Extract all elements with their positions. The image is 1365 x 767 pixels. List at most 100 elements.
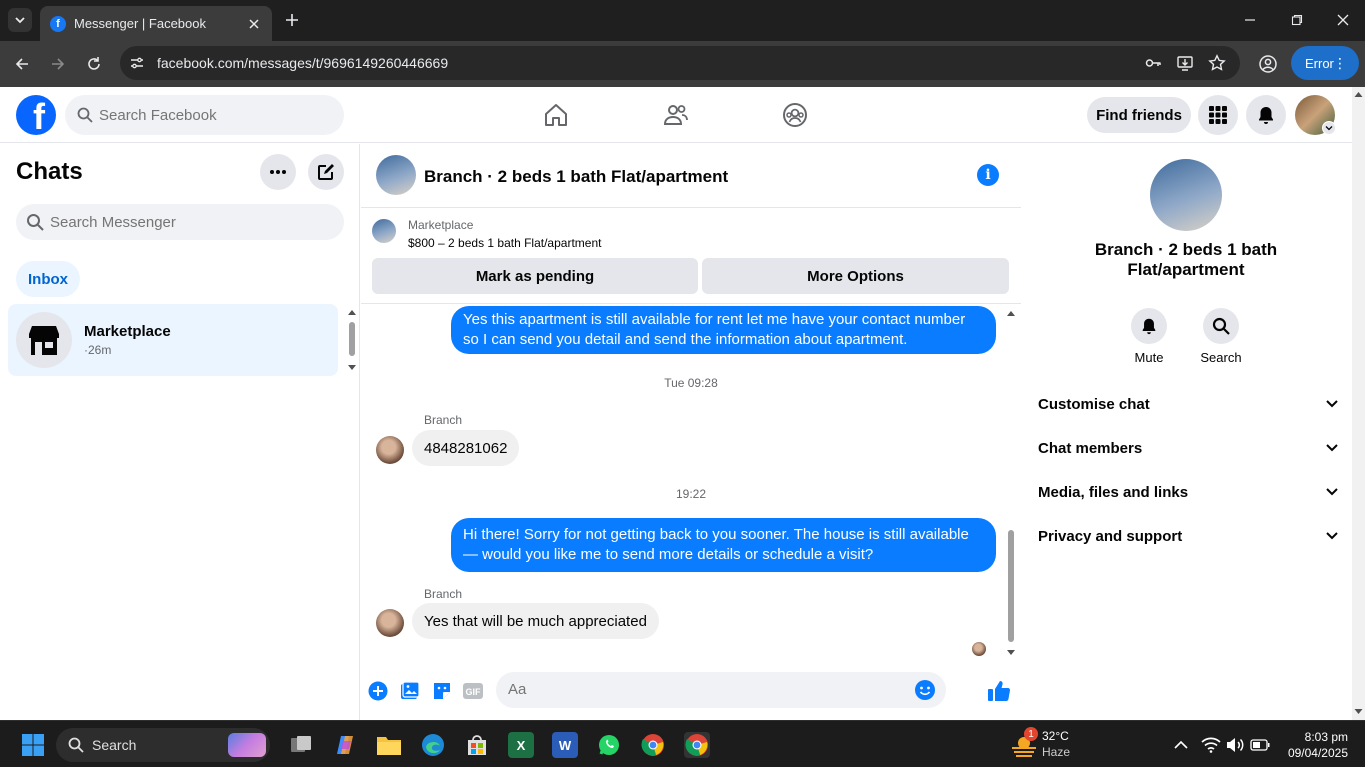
facebook-header: f Find friends (0, 87, 1352, 143)
sidebar-scrollbar[interactable] (347, 308, 357, 372)
facebook-logo-icon[interactable]: f (16, 95, 56, 135)
notifications-button[interactable] (1246, 95, 1286, 135)
error-button[interactable]: Error ⋮ (1291, 46, 1359, 80)
message-bubble-outgoing[interactable]: Hi there! Sorry for not getting back to … (451, 518, 996, 572)
marketplace-label: Marketplace (408, 218, 474, 232)
emoji-icon[interactable] (914, 679, 936, 706)
section-label: Chat members (1038, 439, 1143, 457)
windows-taskbar: Search X W 1 32°C Haze 8:03 pm 09/04/202… (0, 720, 1365, 767)
chat-options-button[interactable] (260, 154, 296, 190)
reload-button[interactable] (82, 52, 106, 76)
more-options-button[interactable]: More Options (702, 258, 1009, 294)
weather-condition: Haze (1042, 745, 1071, 759)
message-input[interactable] (496, 672, 946, 708)
listing-thumbnail[interactable] (372, 219, 396, 243)
whatsapp-icon[interactable] (596, 732, 622, 758)
thumbs-up-icon[interactable] (986, 678, 1012, 704)
new-tab-button[interactable] (282, 10, 302, 30)
section-chat-members[interactable]: Chat members (1038, 430, 1338, 466)
word-icon[interactable]: W (552, 732, 578, 758)
volume-icon[interactable] (1222, 732, 1248, 758)
listing-summary[interactable]: $800 – 2 beds 1 bath Flat/apartment (408, 236, 601, 250)
system-clock[interactable]: 8:03 pm 09/04/2025 (1278, 729, 1348, 761)
menu-button[interactable] (1198, 95, 1238, 135)
conversation-title[interactable]: Branch · 2 beds 1 bath Flat/apartment (424, 167, 728, 187)
back-button[interactable] (10, 52, 34, 76)
password-key-icon[interactable] (1144, 54, 1162, 72)
search-icon (27, 214, 44, 231)
wifi-icon[interactable] (1198, 732, 1224, 758)
file-explorer-icon[interactable] (376, 732, 402, 758)
taskbar-search[interactable]: Search (56, 728, 270, 762)
install-app-icon[interactable] (1176, 54, 1194, 72)
copilot-icon[interactable] (332, 732, 358, 758)
find-friends-button[interactable]: Find friends (1087, 97, 1191, 133)
message-text-field[interactable] (496, 672, 896, 707)
microsoft-store-icon[interactable] (464, 732, 490, 758)
nav-home-button[interactable] (542, 101, 570, 129)
page-scrollbar[interactable] (1352, 87, 1365, 720)
photo-icon[interactable] (399, 680, 421, 702)
chrome-icon[interactable] (640, 732, 666, 758)
chevron-down-icon[interactable] (1322, 121, 1336, 135)
profile-button[interactable] (1256, 52, 1280, 76)
bell-icon (1259, 107, 1273, 124)
info-icon[interactable]: i (977, 164, 999, 186)
messenger-search-input[interactable] (50, 213, 249, 231)
inbox-tab[interactable]: Inbox (16, 261, 80, 297)
gif-icon[interactable]: GIF (462, 680, 484, 702)
windows-start-icon[interactable] (20, 732, 46, 758)
weather-widget[interactable]: 1 32°C Haze (1010, 727, 1100, 763)
minimize-button[interactable] (1240, 10, 1260, 30)
search-conversation-button[interactable]: Search (1191, 308, 1251, 365)
chevron-down-icon (1326, 400, 1338, 408)
chrome-profile-icon[interactable] (684, 732, 710, 758)
messenger-search[interactable] (16, 204, 344, 240)
message-timestamp: 19:22 (675, 487, 707, 501)
chat-list-item[interactable]: Marketplace ·26m (8, 304, 338, 376)
battery-icon[interactable] (1247, 732, 1273, 758)
svg-text:GIF: GIF (466, 687, 482, 697)
conversation-avatar[interactable] (376, 155, 416, 195)
details-panel: Branch · 2 beds 1 bath Flat/apartment Mu… (1022, 144, 1352, 720)
tab-search-button[interactable] (8, 8, 32, 32)
new-message-button[interactable] (308, 154, 344, 190)
conversation-scrollbar[interactable] (1005, 308, 1017, 658)
details-avatar[interactable] (1150, 159, 1222, 231)
mark-pending-button[interactable]: Mark as pending (372, 258, 698, 294)
chats-sidebar: Chats Inbox Marketplace ·26m (0, 144, 360, 720)
url-text: facebook.com/messages/t/9696149260446669 (157, 55, 449, 71)
site-settings-icon[interactable] (128, 54, 146, 72)
browser-tab[interactable]: f Messenger | Facebook (40, 6, 272, 41)
message-composer: GIF (361, 672, 1021, 720)
address-bar[interactable]: facebook.com/messages/t/9696149260446669 (120, 46, 1240, 80)
restore-button[interactable] (1287, 10, 1307, 30)
close-window-button[interactable] (1333, 10, 1353, 30)
bookmark-star-icon[interactable] (1208, 54, 1226, 72)
task-view-icon[interactable] (288, 732, 314, 758)
message-bubble-incoming[interactable]: 4848281062 (412, 430, 520, 466)
sticker-icon[interactable] (431, 680, 453, 702)
mute-button[interactable]: Mute (1119, 308, 1179, 365)
section-privacy-support[interactable]: Privacy and support (1038, 518, 1338, 554)
close-icon (1337, 14, 1349, 26)
message-bubble-outgoing[interactable]: Yes this apartment is still available fo… (451, 306, 996, 354)
plus-circle-icon[interactable] (367, 680, 389, 702)
nav-friends-button[interactable] (662, 101, 690, 129)
sender-avatar[interactable] (376, 609, 404, 637)
sender-avatar[interactable] (376, 436, 404, 464)
conversation-panel: Branch · 2 beds 1 bath Flat/apartment i … (361, 144, 1021, 720)
facebook-search-input[interactable] (99, 106, 299, 124)
forward-button[interactable] (46, 52, 70, 76)
nav-groups-button[interactable] (781, 101, 809, 129)
facebook-search[interactable] (65, 95, 344, 135)
clock-time: 8:03 pm (1304, 730, 1348, 744)
browser-tabbar: f Messenger | Facebook (0, 0, 1365, 41)
tab-close-button[interactable] (246, 16, 262, 32)
chevron-up-icon[interactable] (1168, 732, 1194, 758)
section-media-files-links[interactable]: Media, files and links (1038, 474, 1338, 510)
section-customise-chat[interactable]: Customise chat (1038, 386, 1338, 422)
excel-icon[interactable]: X (508, 732, 534, 758)
message-bubble-incoming[interactable]: Yes that will be much appreciated (412, 603, 659, 639)
edge-icon[interactable] (420, 732, 446, 758)
